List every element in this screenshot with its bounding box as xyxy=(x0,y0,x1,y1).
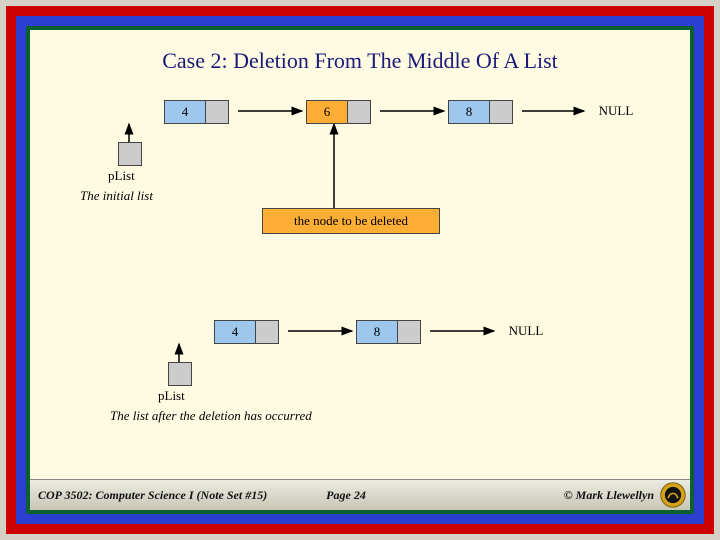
frame-blue-outer: Case 2: Deletion From The Middle Of A Li… xyxy=(16,16,704,524)
before-node-2-ptr xyxy=(347,101,370,123)
diagram-area: pList The initial list 4 6 8 NULL xyxy=(30,30,690,510)
after-node-2-value: 8 xyxy=(357,321,397,343)
before-node-1-ptr xyxy=(205,101,228,123)
before-node-2: 6 xyxy=(306,100,371,124)
after-node-1-value: 4 xyxy=(215,321,255,343)
frame-blue-inner: Case 2: Deletion From The Middle Of A Li… xyxy=(22,22,698,518)
before-caption: The initial list xyxy=(80,188,153,204)
before-null: NULL xyxy=(586,100,646,122)
before-head-label: pList xyxy=(108,168,135,184)
footer-left: COP 3502: Computer Science I (Note Set #… xyxy=(38,488,306,503)
before-node-2-value: 6 xyxy=(307,101,347,123)
after-caption: The list after the deletion has occurred xyxy=(110,408,312,424)
after-head-box xyxy=(168,362,192,386)
after-node-2-ptr xyxy=(397,321,420,343)
after-null: NULL xyxy=(496,320,556,342)
pegasus-seal-icon xyxy=(660,482,686,508)
before-node-1-value: 4 xyxy=(165,101,205,123)
before-node-3: 8 xyxy=(448,100,513,124)
after-head-label: pList xyxy=(158,388,185,404)
before-node-3-value: 8 xyxy=(449,101,489,123)
frame-green: Case 2: Deletion From The Middle Of A Li… xyxy=(26,26,694,514)
delete-note: the node to be deleted xyxy=(262,208,440,234)
before-node-1: 4 xyxy=(164,100,229,124)
before-node-3-ptr xyxy=(489,101,512,123)
after-node-1: 4 xyxy=(214,320,279,344)
slide-canvas: Case 2: Deletion From The Middle Of A Li… xyxy=(30,30,690,510)
slide-footer: COP 3502: Computer Science I (Note Set #… xyxy=(30,479,690,510)
before-head-box xyxy=(118,142,142,166)
slide-outer: Case 2: Deletion From The Middle Of A Li… xyxy=(0,0,720,540)
after-node-2: 8 xyxy=(356,320,421,344)
after-node-1-ptr xyxy=(255,321,278,343)
footer-page: Page 24 xyxy=(306,488,386,503)
frame-red: Case 2: Deletion From The Middle Of A Li… xyxy=(6,6,714,534)
footer-right: © Mark Llewellyn xyxy=(386,488,682,503)
